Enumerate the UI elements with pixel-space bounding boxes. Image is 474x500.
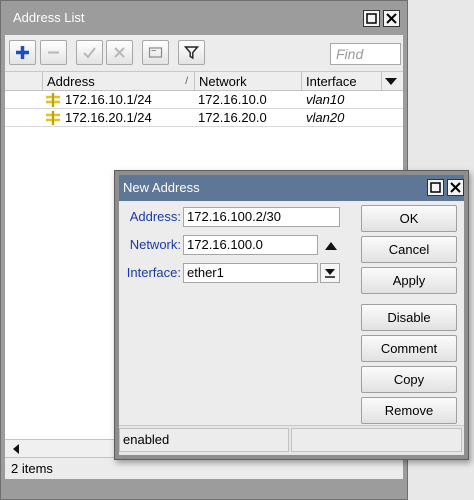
address-icon <box>46 111 60 125</box>
close-icon <box>386 13 397 24</box>
dialog-body: Address: 172.16.100.2/30 Network: 172.16… <box>119 201 464 425</box>
dialog-maximize-button[interactable] <box>427 179 444 196</box>
row-select-header[interactable] <box>5 72 43 91</box>
column-header-interface[interactable]: Interface <box>302 72 382 91</box>
sort-icon: / <box>185 76 188 87</box>
cancel-button[interactable]: Cancel <box>361 236 457 263</box>
cell-network: 172.16.10.0 <box>198 92 267 107</box>
ok-button[interactable]: OK <box>361 205 457 232</box>
chevron-down-icon <box>385 78 397 85</box>
status-enabled: enabled <box>119 428 289 452</box>
remove-button[interactable]: Remove <box>361 397 457 424</box>
dialog-close-button[interactable] <box>447 179 464 196</box>
cell-address: 172.16.10.1/24 <box>65 92 152 107</box>
comment-button[interactable]: Comment <box>361 335 457 362</box>
address-field[interactable]: 172.16.100.2/30 <box>183 207 340 227</box>
column-label-interface: Interface <box>306 74 357 89</box>
window-title: Address List <box>13 10 85 25</box>
find-input[interactable]: Find <box>330 43 401 65</box>
close-button[interactable] <box>383 10 400 27</box>
maximize-icon <box>366 13 377 24</box>
collapse-up-icon[interactable] <box>325 241 337 251</box>
plus-icon <box>16 46 29 59</box>
column-menu-button[interactable] <box>382 72 403 91</box>
apply-button[interactable]: Apply <box>361 267 457 294</box>
new-address-title-bar[interactable]: New Address <box>119 175 464 201</box>
column-label-network: Network <box>199 74 247 89</box>
network-label: Network: <box>129 237 181 252</box>
dialog-status-bar: enabled <box>119 425 464 455</box>
address-list-title-bar[interactable]: Address List <box>5 5 403 31</box>
toolbar: Find <box>5 35 403 71</box>
disable-button[interactable] <box>106 40 133 65</box>
comment-icon <box>148 47 163 58</box>
interface-dropdown-button[interactable] <box>320 263 340 283</box>
address-icon <box>46 93 60 107</box>
check-icon <box>83 47 96 59</box>
comment-button[interactable] <box>142 40 169 65</box>
status-bar: 2 items <box>5 457 403 479</box>
x-icon <box>114 47 125 58</box>
remove-button[interactable] <box>40 40 67 65</box>
item-count: 2 items <box>11 461 53 476</box>
add-button[interactable] <box>9 40 36 65</box>
column-label-address: Address <box>47 74 95 89</box>
close-icon <box>450 182 461 193</box>
interface-select[interactable]: ether1 <box>183 263 318 283</box>
cell-interface: vlan20 <box>306 110 345 125</box>
minus-icon <box>48 51 59 54</box>
table-row[interactable]: 172.16.20.1/24 172.16.20.0 vlan20 <box>5 109 403 127</box>
cell-address: 172.16.20.1/24 <box>65 110 152 125</box>
cell-interface: vlan10 <box>306 92 345 107</box>
maximize-button[interactable] <box>363 10 380 27</box>
filter-button[interactable] <box>178 40 205 65</box>
scroll-left-icon[interactable] <box>11 444 21 454</box>
new-address-dialog: New Address Address: 172.16.100.2/30 Net… <box>114 170 469 460</box>
disable-button[interactable]: Disable <box>361 304 457 331</box>
network-field[interactable]: 172.16.100.0 <box>183 235 318 255</box>
address-label: Address: <box>129 209 181 224</box>
status-empty <box>291 428 462 452</box>
maximize-icon <box>430 182 441 193</box>
copy-button[interactable]: Copy <box>361 366 457 393</box>
table-row[interactable]: 172.16.10.1/24 172.16.10.0 vlan10 <box>5 91 403 109</box>
column-header-network[interactable]: Network <box>195 72 302 91</box>
interface-label: Interface: <box>126 265 181 280</box>
cell-network: 172.16.20.0 <box>198 110 267 125</box>
dropdown-arrow-icon <box>325 269 335 278</box>
enable-button[interactable] <box>76 40 103 65</box>
column-header-address[interactable]: Address / <box>43 72 195 91</box>
filter-icon <box>184 46 199 60</box>
dialog-title: New Address <box>123 180 200 195</box>
